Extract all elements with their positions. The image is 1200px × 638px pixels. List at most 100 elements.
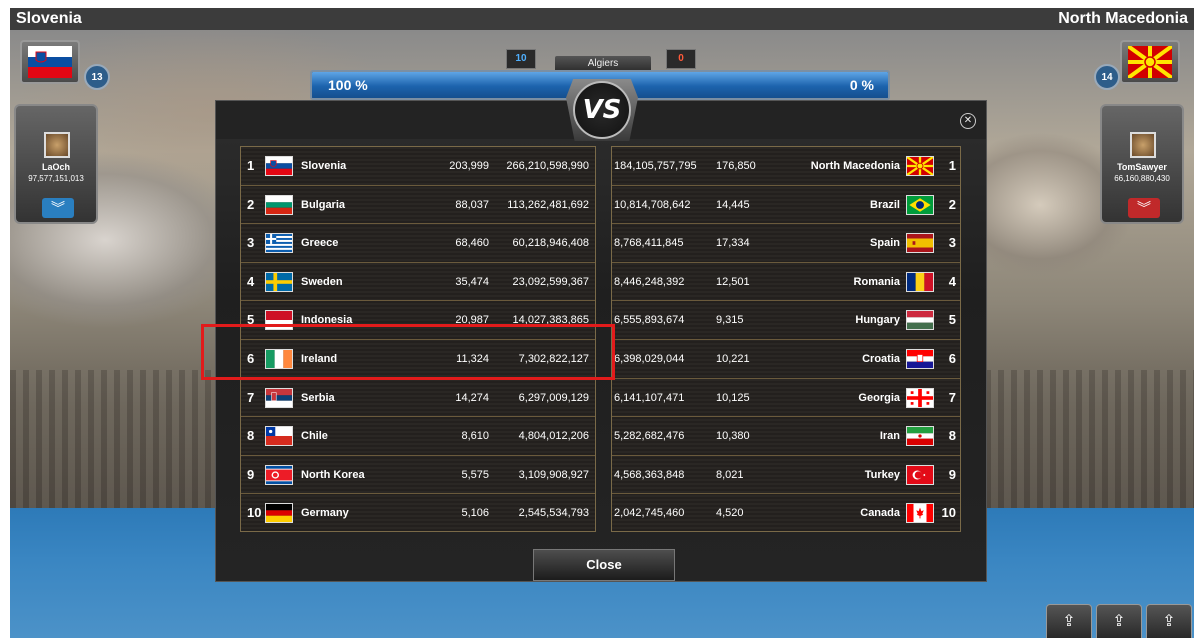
- romania-flag-icon: [906, 271, 934, 292]
- row-count: 8,610: [461, 430, 489, 443]
- ranking-row: 8,768,411,845 17,334 Spain 3: [612, 224, 960, 263]
- row-rank: 4: [948, 273, 956, 289]
- close-button[interactable]: Close: [533, 549, 675, 581]
- row-count: 176,850: [716, 160, 756, 172]
- row-damage: 4,804,012,206: [518, 430, 589, 443]
- row-country: North Macedonia: [810, 160, 900, 172]
- row-country: Slovenia: [301, 160, 347, 172]
- row-count: 88,037: [455, 198, 489, 211]
- row-damage: 113,262,481,692: [507, 198, 589, 211]
- north-macedonia-flag-icon: [1128, 46, 1172, 78]
- row-count: 12,501: [716, 275, 750, 288]
- georgia-flag-icon: [906, 387, 934, 408]
- row-count: 14,445: [716, 198, 750, 211]
- close-icon[interactable]: ✕: [960, 113, 976, 129]
- row-rank: 2: [948, 196, 956, 212]
- row-country: Romania: [853, 275, 900, 288]
- left-player-level: 13: [84, 64, 110, 90]
- spain-flag-icon: [906, 233, 934, 254]
- chile-flag-icon: [265, 426, 293, 447]
- row-damage: 184,105,757,795: [614, 160, 697, 172]
- row-damage: 5,282,682,476: [614, 430, 685, 443]
- row-count: 5,575: [461, 468, 489, 481]
- row-count: 68,460: [455, 237, 489, 250]
- row-rank: 10: [247, 505, 262, 521]
- row-rank: 5: [948, 312, 956, 328]
- row-country: Turkey: [864, 468, 900, 481]
- row-damage: 6,297,009,129: [518, 391, 589, 404]
- upgrade-icon[interactable]: ⇪: [1146, 604, 1192, 638]
- ranking-row: 4,568,363,848 8,021 Turkey 9: [612, 456, 960, 495]
- chevron-down-icon[interactable]: ︾: [1128, 198, 1160, 218]
- hungary-flag-icon: [906, 310, 934, 331]
- row-rank: 6: [948, 351, 956, 366]
- row-count: 8,021: [716, 468, 744, 481]
- croatia-flag-icon: [906, 349, 934, 369]
- right-country-title: North Macedonia: [1058, 10, 1188, 27]
- right-country-flag[interactable]: [1120, 40, 1180, 84]
- row-rank: 8: [948, 428, 956, 444]
- left-country-flag[interactable]: [20, 40, 80, 84]
- vs-label: VS: [573, 81, 631, 139]
- ranking-row: 8 Chile 8,610 4,804,012,206: [241, 417, 595, 456]
- row-country: Chile: [301, 430, 328, 443]
- row-damage: 6,398,029,044: [614, 353, 685, 365]
- row-country: Croatia: [862, 353, 900, 365]
- row-damage: 2,545,534,793: [518, 507, 589, 520]
- ranking-row: 2,042,745,460 4,520 Canada 10: [612, 494, 960, 533]
- right-player-name: TomSawyer: [1117, 162, 1167, 172]
- right-player-score: 66,160,880,430: [1114, 174, 1170, 183]
- row-rank: 3: [247, 235, 255, 251]
- row-damage: 60,218,946,408: [512, 237, 589, 250]
- row-damage: 8,768,411,845: [614, 237, 684, 250]
- row-country: Hungary: [855, 314, 900, 327]
- left-country-title: Slovenia: [16, 10, 82, 27]
- row-count: 203,999: [449, 160, 489, 172]
- row-damage: 10,814,708,642: [614, 198, 691, 211]
- left-player-card[interactable]: LaOch 97,577,151,013 ︾: [14, 104, 98, 224]
- ranking-row: 4 Sweden 35,474 23,092,599,367: [241, 263, 595, 302]
- row-country: Spain: [870, 237, 900, 250]
- upgrade-icon[interactable]: ⇪: [1096, 604, 1142, 638]
- row-count: 10,380: [716, 430, 750, 443]
- row-country: North Korea: [301, 468, 365, 481]
- right-player-level: 14: [1094, 64, 1120, 90]
- greece-flag-icon: [265, 233, 293, 254]
- row-count: 14,274: [455, 391, 489, 404]
- sweden-flag-icon: [265, 271, 293, 292]
- row-country: Sweden: [301, 275, 343, 288]
- ranking-row: 8,446,248,392 12,501 Romania 4: [612, 263, 960, 302]
- upgrade-icon[interactable]: ⇪: [1046, 604, 1092, 638]
- row-damage: 2,042,745,460: [614, 507, 685, 520]
- ranking-row: 6,141,107,471 10,125 Georgia 7: [612, 379, 960, 418]
- row-rank: 8: [247, 428, 255, 444]
- row-rank: 1: [247, 158, 255, 173]
- left-player-name: LaOch: [41, 162, 70, 172]
- ranking-row: 9 North Korea 5,575 3,109,908,927: [241, 456, 595, 495]
- row-country: Iran: [879, 430, 900, 443]
- right-player-card[interactable]: TomSawyer 66,160,880,430 ︾: [1100, 104, 1184, 224]
- row-damage: 3,109,908,927: [518, 468, 589, 481]
- row-damage: 266,210,598,990: [506, 160, 589, 172]
- row-rank: 4: [247, 273, 255, 289]
- vs-badge: VS: [566, 79, 638, 141]
- ranking-row: 3 Greece 68,460 60,218,946,408: [241, 224, 595, 263]
- row-country: Georgia: [858, 391, 900, 404]
- north-macedonia-flag-icon: [906, 156, 934, 176]
- row-damage: 8,446,248,392: [614, 275, 685, 288]
- ranking-row: 10,814,708,642 14,445 Brazil 2: [612, 186, 960, 225]
- row-count: 10,125: [716, 391, 750, 404]
- slovenia-flag-icon: [28, 46, 72, 78]
- turkey-flag-icon: [906, 464, 934, 485]
- right-player-avatar: [1130, 132, 1156, 158]
- row-rank: 7: [247, 389, 255, 405]
- row-count: 10,221: [716, 353, 750, 365]
- right-round-wins: 0: [666, 49, 696, 69]
- left-player-score: 97,577,151,013: [28, 174, 84, 183]
- row-rank: 7: [948, 389, 956, 405]
- right-percent: 0 %: [849, 77, 874, 93]
- chevron-down-icon[interactable]: ︾: [42, 198, 74, 218]
- row-rank: 1: [948, 158, 956, 173]
- ranking-row: 1 Slovenia 203,999 266,210,598,990: [241, 147, 595, 186]
- ranking-row: 10 Germany 5,106 2,545,534,793: [241, 494, 595, 533]
